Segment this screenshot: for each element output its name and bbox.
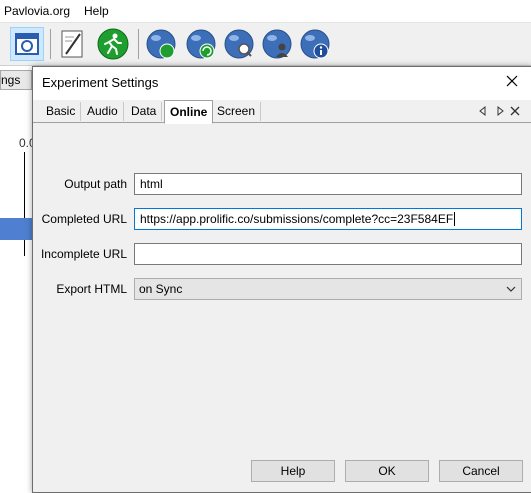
ok-button[interactable]: OK bbox=[345, 460, 429, 482]
close-button[interactable] bbox=[501, 70, 523, 92]
tab-close-icon[interactable] bbox=[509, 105, 521, 117]
output-path-label: Output path bbox=[64, 177, 127, 191]
incomplete-url-label: Incomplete URL bbox=[40, 247, 127, 261]
pavlovia-run-button[interactable] bbox=[144, 27, 178, 61]
background-selection bbox=[0, 218, 34, 240]
cancel-button[interactable]: Cancel bbox=[439, 460, 523, 482]
online-settings-panel: Output path html Completed URL https://a… bbox=[33, 122, 531, 458]
experiment-settings-dialog: Experiment Settings Basic Audio Data Onl… bbox=[32, 66, 531, 493]
background-tab[interactable]: ngs bbox=[0, 70, 32, 90]
menu-pavlovia[interactable]: Pavlovia.org bbox=[4, 4, 70, 18]
completed-url-field[interactable]: https://app.prolific.co/submissions/comp… bbox=[134, 208, 522, 230]
globe-search-icon bbox=[224, 29, 254, 59]
pavlovia-user-button[interactable] bbox=[260, 27, 294, 61]
help-button[interactable]: Help bbox=[251, 460, 335, 482]
chevron-down-icon bbox=[506, 286, 516, 292]
toolbar bbox=[0, 23, 531, 66]
menu-bar: Pavlovia.org Help bbox=[0, 0, 531, 23]
pavlovia-info-button[interactable] bbox=[298, 27, 332, 61]
tab-scroll-right-icon[interactable] bbox=[494, 105, 506, 117]
export-html-value: on Sync bbox=[139, 282, 183, 296]
tab-audio[interactable]: Audio bbox=[82, 102, 124, 121]
run-button[interactable] bbox=[96, 27, 130, 61]
globe-run-icon bbox=[146, 29, 176, 59]
tab-scroll-left-icon[interactable] bbox=[477, 105, 489, 117]
dialog-footer: Help OK Cancel bbox=[33, 457, 531, 492]
coder-view-icon bbox=[61, 30, 83, 58]
globe-sync-icon bbox=[186, 29, 216, 59]
run-icon bbox=[97, 28, 129, 60]
dialog-titlebar: Experiment Settings bbox=[33, 67, 531, 97]
export-html-label: Export HTML bbox=[56, 282, 127, 296]
background-axis-line bbox=[24, 152, 25, 256]
pavlovia-search-button[interactable] bbox=[222, 27, 256, 61]
pavlovia-sync-button[interactable] bbox=[184, 27, 218, 61]
text-caret bbox=[454, 212, 456, 226]
globe-user-icon bbox=[262, 29, 292, 59]
dialog-title: Experiment Settings bbox=[42, 75, 159, 90]
completed-url-text: https://app.prolific.co/submissions/comp… bbox=[140, 212, 454, 226]
builder-view-icon bbox=[15, 33, 39, 55]
coder-view-button[interactable] bbox=[56, 27, 90, 61]
tab-data[interactable]: Data bbox=[126, 102, 163, 121]
tab-basic[interactable]: Basic bbox=[41, 102, 82, 121]
settings-tabs: Basic Audio Data Online Screen bbox=[33, 100, 531, 124]
builder-view-button[interactable] bbox=[10, 27, 44, 61]
output-path-field[interactable]: html bbox=[134, 173, 522, 195]
tab-screen[interactable]: Screen bbox=[212, 102, 262, 121]
completed-url-label: Completed URL bbox=[41, 212, 127, 226]
globe-info-icon bbox=[300, 29, 330, 59]
export-html-select[interactable]: on Sync bbox=[134, 278, 522, 300]
close-icon bbox=[506, 75, 518, 87]
incomplete-url-field[interactable] bbox=[134, 243, 522, 265]
tab-online[interactable]: Online bbox=[164, 100, 214, 124]
menu-help[interactable]: Help bbox=[84, 4, 109, 18]
